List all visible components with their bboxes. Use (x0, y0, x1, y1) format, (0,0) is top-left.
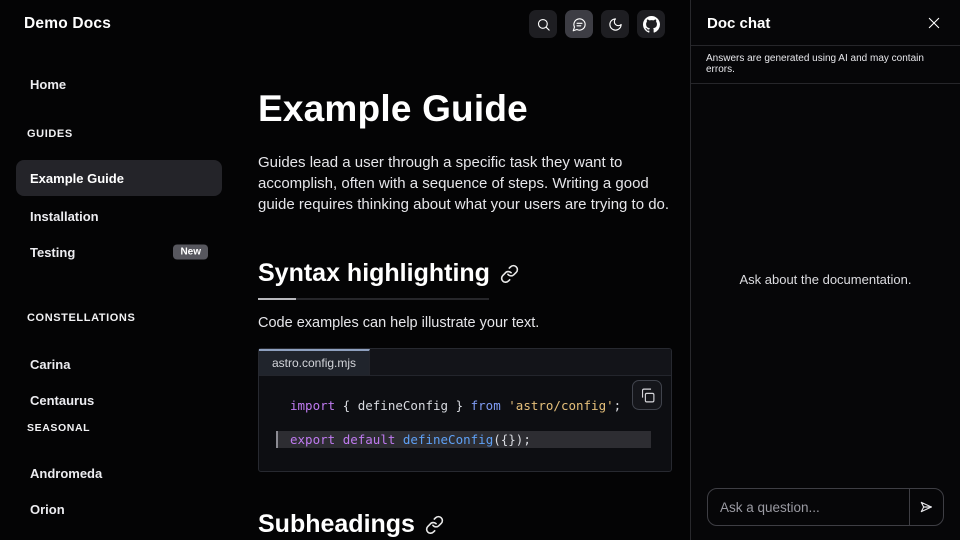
sidebar-item-home[interactable]: Home (16, 74, 222, 94)
close-chat-button[interactable] (924, 13, 944, 33)
code-token: from (471, 398, 501, 413)
page-title: Example Guide (258, 0, 672, 130)
code-token: import (290, 398, 335, 413)
sidebar-nav: Home GUIDES Example Guide Installation T… (0, 48, 240, 540)
code-token: ({}); (493, 432, 531, 447)
section-heading: Subheadings (258, 510, 415, 539)
main-content: Example Guide Guides lead a user through… (258, 0, 672, 539)
copy-code-button[interactable] (632, 380, 662, 410)
code-token: default (343, 432, 396, 447)
sidebar-group-constellations: CONSTELLATIONS (27, 312, 135, 324)
sidebar-item-carina[interactable]: Carina (16, 354, 222, 374)
sidebar-item-andromeda[interactable]: Andromeda (16, 463, 222, 483)
sidebar-item-label: Andromeda (30, 466, 102, 481)
chat-panel-footer (691, 475, 960, 540)
copy-icon (639, 387, 656, 404)
sidebar-item-label: Carina (30, 357, 70, 372)
anchor-link-icon[interactable] (500, 264, 519, 283)
site-title[interactable]: Demo Docs (24, 15, 111, 33)
code-token: export (290, 432, 335, 447)
code-token: { defineConfig } (335, 398, 470, 413)
chat-panel-header: Doc chat (691, 0, 960, 45)
code-content: import { defineConfig } from 'astro/conf… (259, 376, 671, 471)
code-token (395, 432, 403, 447)
code-highlighted-line: export default defineConfig({}); (276, 431, 651, 448)
intro-paragraph: Guides lead a user through a specific ta… (258, 152, 672, 215)
send-question-button[interactable] (910, 489, 943, 525)
code-token (335, 432, 343, 447)
heading-divider (258, 298, 489, 300)
new-badge: New (173, 245, 208, 260)
code-blank-line (290, 414, 651, 431)
ask-question-box (707, 488, 944, 526)
code-tab-bar: astro.config.mjs (259, 349, 671, 376)
sidebar-item-label: Testing (30, 245, 75, 260)
ask-question-input[interactable] (708, 489, 909, 525)
sidebar-item-orion[interactable]: Orion (16, 499, 222, 519)
sidebar-item-label: Orion (30, 502, 65, 517)
doc-chat-panel: Doc chat Answers are generated using AI … (690, 0, 960, 540)
code-token: defineConfig (403, 432, 493, 447)
sidebar-item-testing[interactable]: Testing New (16, 242, 222, 262)
sidebar-item-example-guide[interactable]: Example Guide (16, 160, 222, 196)
section-heading-row: Syntax highlighting (258, 259, 672, 288)
code-line: import { defineConfig } from 'astro/conf… (290, 397, 651, 414)
sidebar-item-label: Example Guide (30, 171, 124, 186)
sidebar-item-installation[interactable]: Installation (16, 206, 222, 226)
section-heading-row: Subheadings (258, 510, 672, 539)
code-token: ; (614, 398, 622, 413)
sidebar-item-centaurus[interactable]: Centaurus (16, 390, 222, 410)
ai-disclaimer: Answers are generated using AI and may c… (691, 45, 960, 84)
anchor-link-icon[interactable] (425, 515, 444, 534)
chat-empty-state: Ask about the documentation. (739, 272, 911, 287)
sidebar-group-seasonal: SEASONAL (27, 422, 90, 434)
code-filename-tab[interactable]: astro.config.mjs (259, 349, 370, 375)
code-token: 'astro/config' (508, 398, 613, 413)
sidebar-item-label: Home (30, 77, 66, 92)
chat-panel-body: Ask about the documentation. (691, 84, 960, 475)
code-block: astro.config.mjs import { defineConfig }… (258, 348, 672, 472)
send-icon (918, 499, 934, 515)
sidebar-item-label: Installation (30, 209, 99, 224)
close-icon (926, 15, 942, 31)
sidebar-item-label: Centaurus (30, 393, 94, 408)
sidebar-group-guides: GUIDES (27, 128, 73, 140)
docs-site: Demo Docs Home GUIDES Example Guide Inst… (0, 0, 690, 540)
chat-panel-title: Doc chat (707, 15, 770, 32)
section-heading: Syntax highlighting (258, 259, 490, 288)
section-paragraph: Code examples can help illustrate your t… (258, 315, 672, 331)
